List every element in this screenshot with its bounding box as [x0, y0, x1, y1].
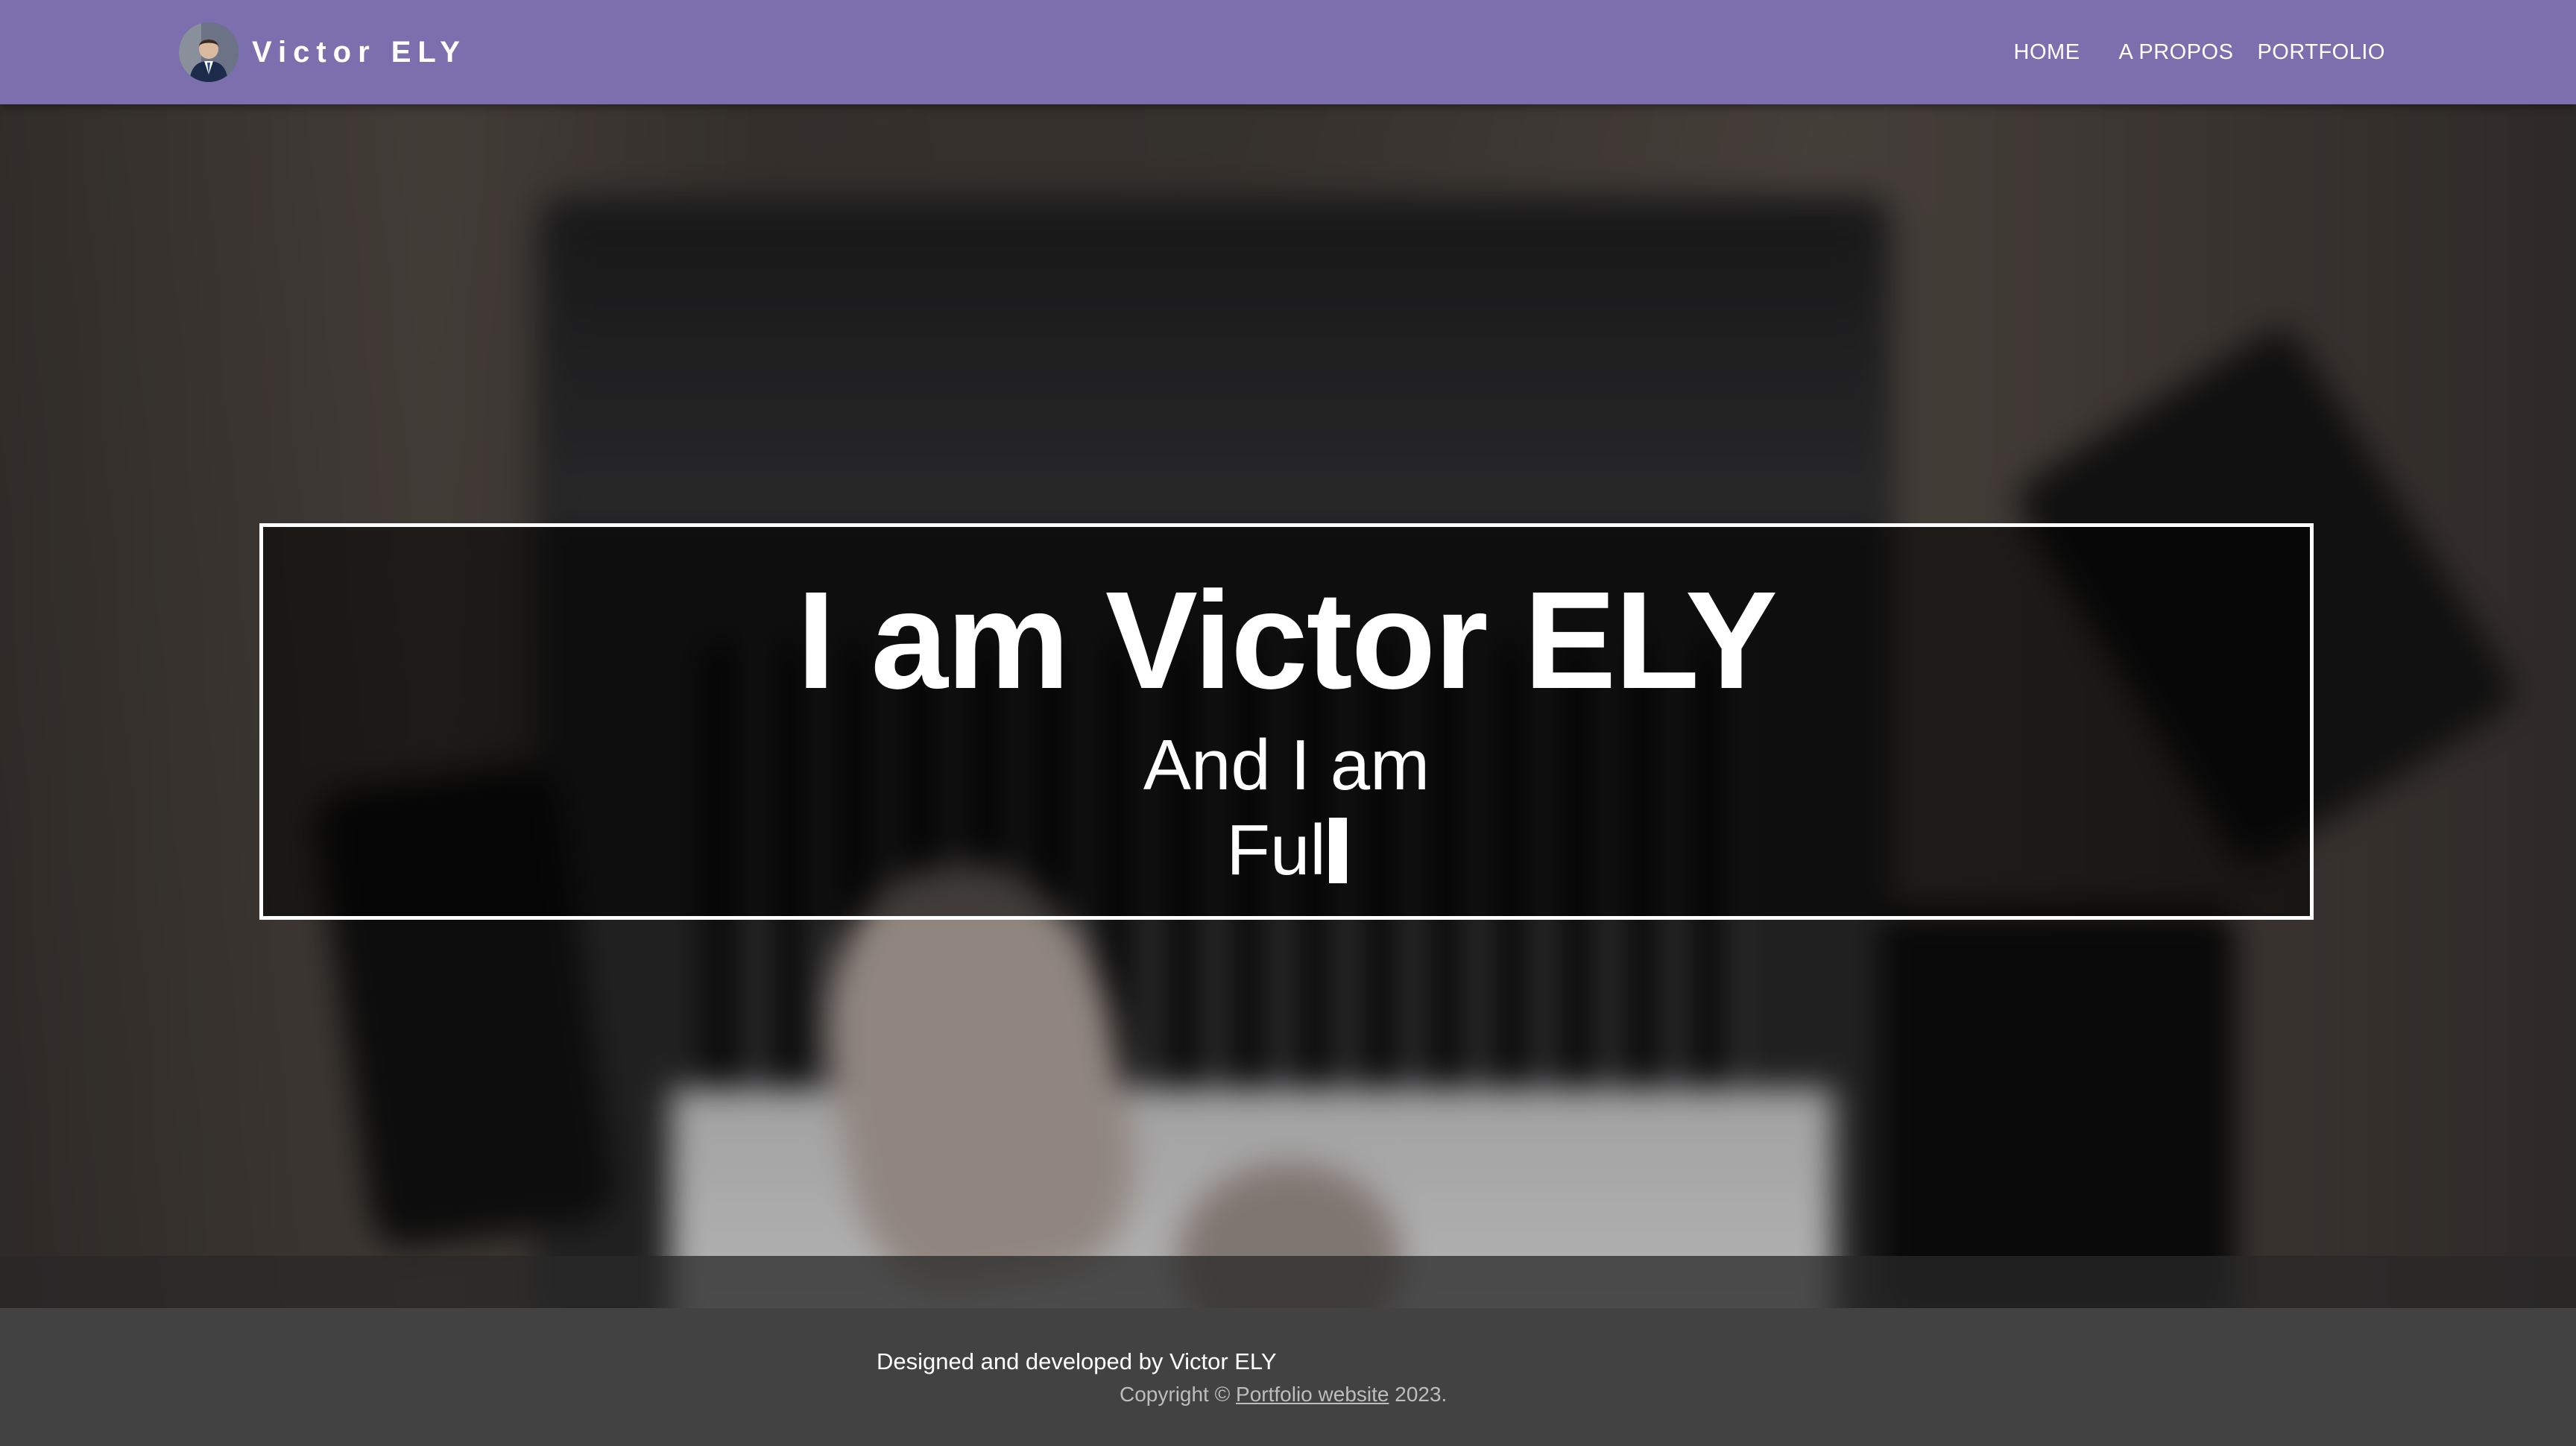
top-navbar: Victor ELY HOME A PROPOS PORTFOLIO: [0, 0, 2576, 104]
footer-credit: Designed and developed by Victor ELY: [877, 1348, 1277, 1374]
hero-section: I am Victor ELY And I am Ful: [0, 104, 2576, 1308]
brand-link[interactable]: Victor ELY: [179, 22, 467, 82]
nav-links: HOME A PROPOS PORTFOLIO: [1990, 0, 2385, 104]
portfolio-page: Victor ELY HOME A PROPOS PORTFOLIO I am …: [0, 0, 2576, 1446]
portfolio-website-link[interactable]: Portfolio website: [1236, 1383, 1389, 1406]
copyright-prefix: Copyright ©: [1120, 1383, 1231, 1406]
footer: Designed and developed by Victor ELY Cop…: [0, 1308, 2576, 1446]
typing-cursor-icon: [1328, 818, 1347, 883]
typed-text-line: Ful: [263, 815, 2310, 886]
nav-link-portfolio[interactable]: PORTFOLIO: [2257, 40, 2385, 65]
brand-name: Victor ELY: [252, 35, 467, 69]
footer-copyright: Copyright © Portfolio website 2023.: [1120, 1383, 1447, 1406]
avatar: [179, 22, 239, 82]
intro-box: I am Victor ELY And I am Ful: [259, 523, 2314, 920]
copyright-suffix: 2023.: [1395, 1383, 1448, 1406]
nav-link-home[interactable]: HOME: [2014, 40, 2080, 65]
profile-photo-icon: [179, 22, 239, 82]
hero-subtitle: And I am: [1143, 725, 1430, 805]
typed-text: Ful: [1226, 810, 1326, 890]
hero-title: I am Victor ELY: [797, 563, 1778, 718]
nav-link-a-propos[interactable]: A PROPOS: [2119, 40, 2234, 65]
